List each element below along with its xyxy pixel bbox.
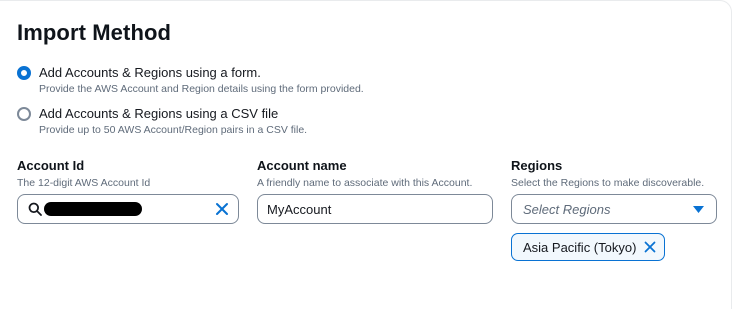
region-token-label: Asia Pacific (Tokyo)	[523, 239, 637, 255]
account-name-label: Account name	[257, 158, 347, 173]
radio-button-form[interactable]	[17, 66, 31, 80]
radio-option-label: Add Accounts & Regions using a form.	[39, 65, 261, 80]
radio-option-csv[interactable]: Add Accounts & Regions using a CSV file …	[17, 106, 307, 137]
radio-option-csv-text: Add Accounts & Regions using a CSV file …	[39, 106, 307, 137]
account-id-input[interactable]	[17, 194, 239, 224]
account-id-label: Account Id	[17, 158, 85, 173]
account-name-value: MyAccount	[267, 201, 332, 217]
account-id-description: The 12-digit AWS Account Id	[17, 177, 151, 189]
regions-label: Regions	[511, 158, 563, 173]
search-icon	[28, 202, 42, 216]
account-name-input[interactable]: MyAccount	[257, 194, 493, 224]
account-name-description: A friendly name to associate with this A…	[257, 177, 473, 189]
redacted-account-id	[44, 202, 142, 216]
import-method-panel: Import Method Add Accounts & Regions usi…	[0, 0, 732, 309]
radio-option-form-text: Add Accounts & Regions using a form. Pro…	[39, 65, 364, 96]
radio-option-description: Provide up to 50 AWS Account/Region pair…	[39, 124, 308, 136]
page-title: Import Method	[17, 20, 172, 45]
radio-option-label: Add Accounts & Regions using a CSV file	[39, 106, 279, 121]
regions-placeholder: Select Regions	[523, 201, 611, 217]
close-icon[interactable]	[644, 241, 656, 253]
caret-down-icon	[693, 206, 704, 213]
close-icon[interactable]	[215, 202, 229, 216]
account-id-field: Account Id The 12-digit AWS Account Id	[17, 158, 239, 224]
regions-field: Regions Select the Regions to make disco…	[511, 158, 717, 224]
account-name-field: Account name A friendly name to associat…	[257, 158, 493, 224]
radio-button-csv[interactable]	[17, 107, 31, 121]
regions-description: Select the Regions to make discoverable.	[511, 177, 705, 189]
regions-select[interactable]: Select Regions	[511, 194, 717, 224]
radio-option-form[interactable]: Add Accounts & Regions using a form. Pro…	[17, 65, 364, 96]
region-token: Asia Pacific (Tokyo)	[511, 233, 666, 261]
radio-option-description: Provide the AWS Account and Region detai…	[39, 83, 364, 95]
